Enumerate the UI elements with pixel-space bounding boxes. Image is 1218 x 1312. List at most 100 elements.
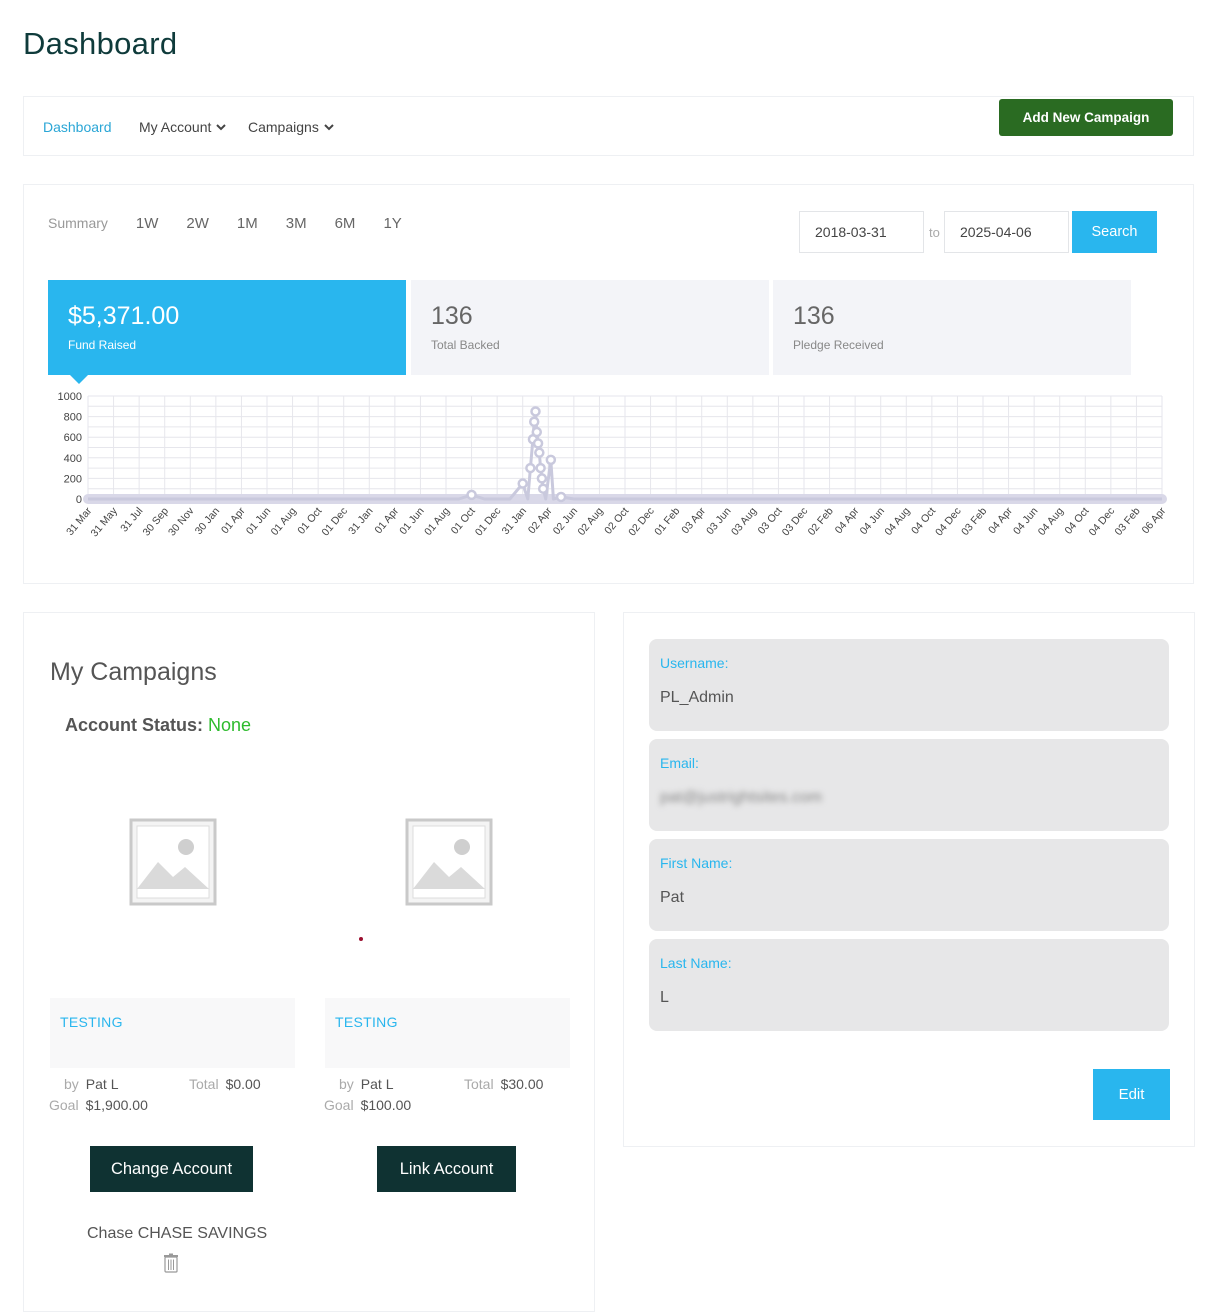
tab-3m[interactable]: 3M (286, 215, 307, 232)
total-label: Total (464, 1076, 494, 1092)
stat-value: $5,371.00 (68, 302, 180, 330)
chart-x-tick-label: 31 Jan (500, 505, 530, 537)
search-button[interactable]: Search (1072, 211, 1157, 253)
campaign-name[interactable]: TESTING (60, 1014, 123, 1030)
chart-x-tick-label: 01 Apr (372, 505, 401, 536)
chart-x-tick-label: 06 Apr (1140, 505, 1169, 536)
stat-label: Fund Raised (68, 338, 137, 352)
campaigns-panel: My Campaigns Account Status: None TESTIN… (23, 612, 595, 1312)
goal-label: Goal (324, 1097, 354, 1113)
edit-profile-button[interactable]: Edit (1093, 1069, 1170, 1120)
chart-x-tick-label: 02 Feb (806, 505, 836, 538)
by-label: by (64, 1076, 79, 1092)
tab-1m[interactable]: 1M (237, 215, 258, 232)
total-value: $30.00 (500, 1076, 544, 1092)
funds-chart: 0200400600800100031 Mar31 May31 Jul30 Se… (58, 391, 1169, 540)
link-account-button[interactable]: Link Account (377, 1146, 516, 1192)
stat-card-pledge-received[interactable]: 136 Pledge Received (773, 280, 1131, 375)
chart-data-point (537, 483, 549, 494)
chart-x-tick-label: 01 Dec (319, 505, 350, 538)
chart-x-tick-label: 02 Aug (576, 505, 606, 538)
chart-x-tick-label: 04 Aug (882, 505, 912, 538)
nav-dashboard[interactable]: Dashboard (43, 119, 112, 135)
chart-x-tick-label: 04 Aug (1036, 505, 1066, 538)
chart-y-tick-label: 400 (64, 453, 82, 465)
summary-panel: Summary 1W 2W 1M 3M 6M 1Y to Search $5,3… (23, 184, 1194, 584)
by-label: by (339, 1076, 354, 1092)
tab-2w[interactable]: 2W (186, 215, 209, 232)
stat-value: 136 (793, 302, 835, 330)
nav-my-account[interactable]: My Account (139, 119, 227, 135)
tab-6m[interactable]: 6M (335, 215, 356, 232)
image-placeholder-icon[interactable] (128, 817, 218, 907)
chart-data-point (532, 438, 544, 449)
stray-dot (359, 937, 363, 941)
goal-value: $1,900.00 (85, 1097, 148, 1113)
tab-1y[interactable]: 1Y (383, 215, 401, 232)
stat-value: 136 (431, 302, 473, 330)
date-to-input[interactable] (944, 211, 1069, 253)
stat-card-total-backed[interactable]: 136 Total Backed (411, 280, 769, 375)
account-status-label: Account Status: (65, 715, 204, 735)
chart-x-tick-label: 03 Aug (729, 505, 759, 538)
owner-name: Pat L (85, 1076, 119, 1092)
chart-x-tick-label: 31 Jan (346, 505, 376, 537)
period-tabs: Summary 1W 2W 1M 3M 6M 1Y (48, 215, 430, 232)
field-value: pat@justrightsites.com (660, 789, 823, 806)
first-name-field: First Name: Pat (649, 839, 1169, 931)
campaign-owner: by Pat L (339, 1076, 394, 1092)
chevron-down-icon (216, 124, 227, 131)
chart-data-point (517, 478, 528, 489)
chart-x-tick-label: 04 Jun (1011, 505, 1041, 537)
date-from-input[interactable] (799, 211, 924, 253)
image-placeholder-icon[interactable] (404, 817, 494, 907)
chart-x-tick-label: 03 Apr (679, 505, 708, 536)
nav-campaigns-label: Campaigns (248, 119, 319, 135)
chart-y-tick-label: 200 (64, 473, 82, 485)
total-label: Total (189, 1076, 219, 1092)
chevron-down-icon (324, 124, 334, 131)
field-value: Pat (660, 889, 685, 906)
add-new-campaign-button[interactable]: Add New Campaign (999, 99, 1173, 136)
tab-summary[interactable]: Summary (48, 215, 108, 232)
chart-data-point (536, 473, 548, 484)
stat-label: Pledge Received (793, 338, 884, 352)
profile-panel: Username: PL_Admin Email: pat@justrights… (623, 612, 1195, 1147)
page-title: Dashboard (23, 26, 178, 61)
tab-1w[interactable]: 1W (136, 215, 159, 232)
chart-y-tick-label: 800 (64, 412, 82, 424)
chart-data-point (530, 406, 541, 417)
stat-label: Total Backed (431, 338, 500, 352)
chart-x-tick-label: 30 Jan (193, 505, 223, 537)
chart-x-tick-label: 03 Dec (780, 505, 811, 538)
campaign-total: Total $30.00 (464, 1076, 543, 1092)
chart-data-point (466, 489, 477, 501)
chart-x-tick-label: 31 May (89, 505, 121, 540)
chart-x-tick-label: 02 Jun (551, 505, 581, 537)
chart-x-tick-label: 02 Apr (526, 505, 555, 536)
chart-x-tick-label: 01 Aug (269, 505, 299, 538)
nav-my-account-label: My Account (139, 119, 212, 135)
bank-account-name: Chase CHASE SAVINGS (87, 1225, 268, 1242)
campaign-card-header[interactable]: TESTING (325, 998, 570, 1068)
chart-x-tick-label: 02 Dec (626, 505, 657, 538)
chart-x-tick-label: 04 Dec (933, 505, 964, 538)
change-account-button[interactable]: Change Account (90, 1146, 253, 1192)
stat-card-fund-raised[interactable]: $5,371.00 Fund Raised (48, 280, 406, 384)
goal-value: $100.00 (360, 1097, 412, 1113)
trash-icon[interactable] (163, 1253, 179, 1273)
date-range-separator: to (929, 225, 940, 240)
campaign-name[interactable]: TESTING (335, 1014, 398, 1030)
chart-y-tick-label: 600 (64, 432, 82, 444)
chart-x-tick-label: 04 Apr (986, 505, 1015, 536)
nav-dashboard-label: Dashboard (43, 119, 112, 135)
campaign-card-header[interactable]: TESTING (50, 998, 295, 1068)
nav-campaigns[interactable]: Campaigns (248, 119, 335, 135)
campaign-goal: Goal $1,900.00 (49, 1097, 148, 1113)
top-navbar: Dashboard My Account Campaigns Add New C… (23, 96, 1194, 156)
last-name-field: Last Name: L (649, 939, 1169, 1031)
chart-x-tick-label: 01 Apr (219, 505, 248, 536)
chart-data-point (531, 426, 543, 438)
chart-x-tick-label: 03 Feb (959, 505, 989, 538)
chart-x-tick-label: 03 Feb (1113, 505, 1143, 538)
